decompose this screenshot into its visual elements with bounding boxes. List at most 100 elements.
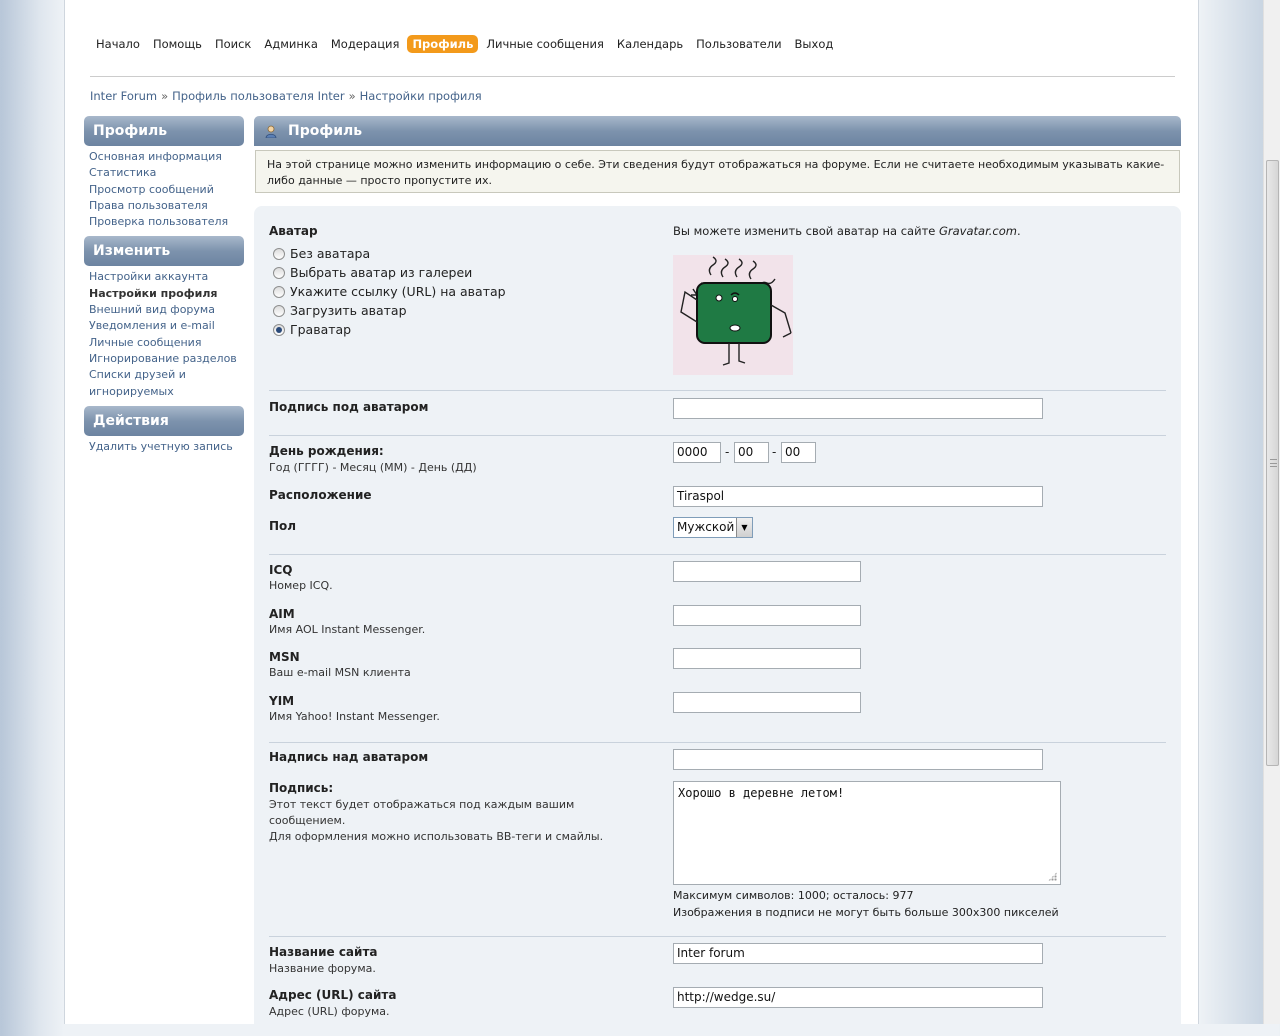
msn-input[interactable] (673, 648, 861, 669)
radio-button[interactable] (273, 266, 285, 279)
main-title: Профиль (288, 123, 363, 139)
site-url-input[interactable]: http://wedge.su/ (673, 987, 1043, 1008)
menu-item-profile[interactable]: Профиль (407, 35, 479, 53)
site-url-label: Адрес (URL) сайта (269, 988, 397, 1002)
yim-input[interactable] (673, 692, 861, 713)
vertical-scrollbar[interactable] (1263, 0, 1280, 1024)
sidebar-profile-header: Профиль (84, 116, 244, 146)
sidebar-item-permissions[interactable]: Права пользователя (89, 198, 244, 214)
avatar-option-label: Граватар (290, 322, 352, 337)
section-divider (269, 742, 1166, 743)
gender-select[interactable]: Мужской ▼ (673, 517, 753, 538)
menu-item-messages[interactable]: Личные сообщения (481, 35, 609, 53)
sidebar-item-profile-settings[interactable]: Настройки профиля (89, 286, 244, 302)
radio-button[interactable] (273, 247, 285, 260)
breadcrumb-user-profile[interactable]: Профиль пользователя Inter (172, 89, 344, 103)
sidebar-item-buddies[interactable]: Списки друзей и игнорируемых (89, 367, 239, 400)
birthday-desc: Год (ГГГГ) - Месяц (ММ) - День (ДД) (269, 461, 477, 474)
location-input[interactable]: Tiraspol (673, 486, 1043, 507)
scrollbar-thumb[interactable] (1266, 160, 1279, 766)
gravatar-link[interactable]: Gravatar.com (939, 224, 1017, 238)
breadcrumb-separator: » (348, 89, 356, 103)
menu-item-calendar[interactable]: Календарь (612, 35, 688, 53)
site-name-label: Название сайта (269, 945, 378, 959)
site-name-input[interactable]: Inter forum (673, 943, 1043, 964)
breadcrumb-separator: » (161, 89, 169, 103)
location-label: Расположение (269, 488, 372, 502)
sidebar-item-pm-settings[interactable]: Личные сообщения (89, 335, 244, 351)
gravatar-note-end: . (1016, 224, 1021, 238)
sidebar-edit-header: Изменить (84, 236, 244, 267)
section-divider (269, 435, 1166, 436)
menu-item-users[interactable]: Пользователи (691, 35, 786, 53)
date-separator: - (772, 445, 777, 459)
birthday-month-input[interactable]: 00 (734, 442, 769, 463)
page-background-right (1199, 0, 1263, 1024)
resize-grip-icon[interactable] (1048, 872, 1057, 881)
sidebar-item-notifications[interactable]: Уведомления и e-mail (89, 318, 244, 334)
aim-input[interactable] (673, 605, 861, 626)
avatar-option-label: Выбрать аватар из галереи (290, 265, 473, 280)
avatar-caption-label: Подпись под аватаром (269, 400, 429, 414)
menu-item-admin[interactable]: Админка (259, 35, 322, 53)
sidebar-edit-list: Настройки аккаунта Настройки профиля Вне… (84, 269, 244, 399)
radio-button[interactable] (273, 304, 285, 317)
section-divider (269, 554, 1166, 555)
signature-textarea[interactable]: Хорошо в деревне летом! (673, 781, 1061, 885)
birthday-day-input[interactable]: 00 (781, 442, 816, 463)
signature-bbcode-desc: Для оформления можно использовать BB-тег… (269, 830, 604, 843)
avatar-option-gravatar[interactable]: Граватар (273, 322, 351, 337)
intro-text: На этой странице можно изменить информац… (255, 150, 1180, 193)
menu-item-moderation[interactable]: Модерация (326, 35, 405, 53)
radio-button-checked[interactable] (273, 323, 285, 336)
menu-item-search[interactable]: Поиск (210, 35, 256, 53)
sidebar-item-track-user[interactable]: Проверка пользователя (89, 214, 244, 230)
icq-desc: Номер ICQ. (269, 579, 333, 592)
user-icon (265, 125, 277, 138)
main-header: Профиль (254, 116, 1181, 146)
birthday-year-input[interactable]: 0000 (673, 442, 721, 463)
sidebar-item-ignore-boards[interactable]: Игнорирование разделов (89, 351, 244, 367)
breadcrumb: Inter Forum» Профиль пользователя Inter» Н… (90, 89, 482, 103)
breadcrumb-profile-settings[interactable]: Настройки профиля (360, 89, 482, 103)
sidebar-actions-list: Удалить учетную запись (84, 439, 244, 455)
icq-input[interactable] (673, 561, 861, 582)
yim-label: YIM (269, 694, 295, 708)
avatar-option-gallery[interactable]: Выбрать аватар из галереи (273, 265, 472, 280)
main-content: Профиль На этой странице можно изменить … (254, 116, 1181, 1036)
grip-icon (1270, 459, 1277, 467)
sidebar-item-basic-info[interactable]: Основная информация (89, 149, 244, 165)
sidebar-item-statistics[interactable]: Статистика (89, 165, 244, 181)
avatar-title-input[interactable] (673, 749, 1043, 770)
msn-label: MSN (269, 650, 300, 664)
signature-desc: Этот текст будет отображаться под каждым… (269, 798, 575, 827)
breadcrumb-forum[interactable]: Inter Forum (90, 89, 157, 103)
menu-item-home[interactable]: Начало (91, 35, 145, 53)
profile-form: Аватар Без аватара Выбрать аватар из гал… (254, 206, 1181, 1036)
aim-label: AIM (269, 607, 295, 621)
avatar-image (673, 255, 793, 375)
menu-item-logout[interactable]: Выход (790, 35, 839, 53)
avatar-option-upload[interactable]: Загрузить аватар (273, 303, 407, 318)
msn-desc: Ваш e-mail MSN клиента (269, 666, 411, 679)
sidebar-item-account-settings[interactable]: Настройки аккаунта (89, 269, 244, 285)
icq-label: ICQ (269, 563, 293, 577)
sidebar-item-delete-account[interactable]: Удалить учетную запись (89, 439, 244, 455)
gravatar-note-text: Вы можете изменить свой аватар на сайте (673, 224, 939, 238)
sidebar-item-view-posts[interactable]: Просмотр сообщений (89, 182, 244, 198)
avatar-title-label: Надпись над аватаром (269, 750, 429, 764)
sidebar: Профиль Основная информация Статистика П… (84, 116, 244, 461)
sidebar-item-theme[interactable]: Внешний вид форума (89, 302, 244, 318)
radio-button[interactable] (273, 285, 285, 298)
avatar-option-url[interactable]: Укажите ссылку (URL) на аватар (273, 284, 506, 299)
section-divider (269, 936, 1166, 937)
signature-max-note: Максимум символов: 1000; осталось: 977 (673, 889, 914, 902)
avatar-caption-input[interactable] (673, 398, 1043, 419)
sidebar-profile-list: Основная информация Статистика Просмотр … (84, 149, 244, 230)
main-menu: Начало Помощь Поиск Админка Модерация Пр… (91, 35, 841, 53)
sidebar-actions-header: Действия (84, 405, 244, 436)
avatar-option-none[interactable]: Без аватара (273, 246, 370, 261)
chevron-down-icon[interactable]: ▼ (736, 518, 752, 537)
menu-item-help[interactable]: Помощь (148, 35, 207, 53)
avatar-label: Аватар (269, 224, 318, 238)
